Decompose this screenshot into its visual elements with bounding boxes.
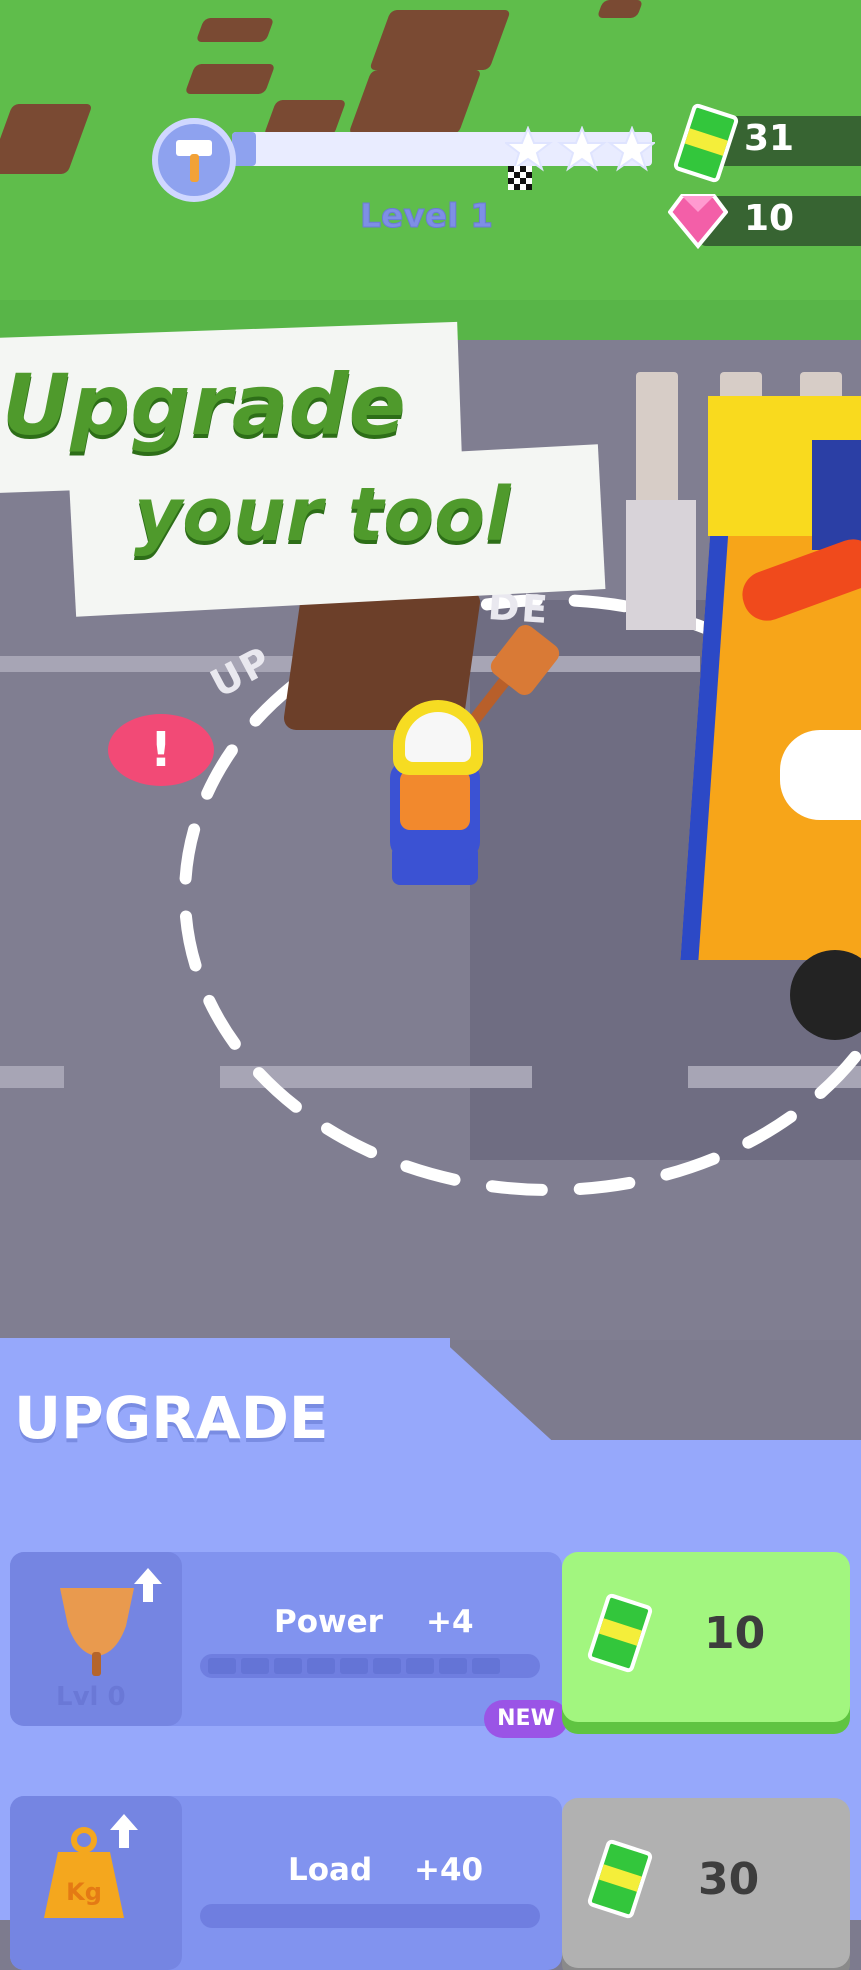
upgrade-progress-bar <box>200 1654 540 1678</box>
truck-logo <box>780 730 861 820</box>
gem-amount: 10 <box>744 198 795 239</box>
upgrade-price: 30 <box>698 1854 760 1905</box>
upgrade-stat-label: Load <box>288 1852 373 1888</box>
wood-plank <box>348 70 482 134</box>
fence-base <box>626 500 696 630</box>
upgrade-progress-bar <box>200 1904 540 1928</box>
wood-plank <box>369 10 511 70</box>
upgrade-level: Lvl 0 <box>56 1682 126 1712</box>
cash-icon <box>586 1838 654 1920</box>
wood-plank <box>184 64 276 94</box>
new-badge: NEW <box>484 1700 568 1738</box>
lane-line <box>0 1066 64 1088</box>
worker-vest <box>400 770 470 830</box>
upgrade-price: 10 <box>704 1608 766 1659</box>
gem-icon <box>668 194 728 250</box>
cash-icon <box>586 1592 654 1674</box>
arrow-up-icon <box>134 1568 162 1602</box>
star-icon <box>607 126 655 172</box>
wood-plank <box>263 100 347 136</box>
banner-line-1: Upgrade <box>2 356 406 454</box>
buy-power-button[interactable]: 10 <box>562 1552 850 1722</box>
finish-flag-icon <box>508 166 532 190</box>
panel-tab-slope <box>440 1338 560 1448</box>
star-icon <box>557 126 607 172</box>
hammer-icon <box>176 140 212 182</box>
upgrade-stat-bonus: +4 <box>426 1604 474 1640</box>
wood-plank <box>596 0 644 18</box>
banner-line-2: your tool <box>134 472 511 558</box>
wood-plank <box>195 18 275 42</box>
alert-icon[interactable]: ! <box>108 714 214 786</box>
tool-badge <box>152 118 236 202</box>
upgrade-stat-label: Power <box>274 1604 383 1640</box>
level-label: Level 1 <box>359 196 494 236</box>
star-icon <box>505 126 553 172</box>
cash-amount: 31 <box>744 118 795 159</box>
weight-icon-label: Kg <box>66 1878 102 1906</box>
panel-title: UPGRADE <box>14 1384 329 1452</box>
arrow-up-icon <box>110 1814 138 1848</box>
shovel-icon <box>60 1588 134 1676</box>
buy-load-button[interactable]: 30 <box>562 1798 850 1968</box>
upgrade-stat-bonus: +40 <box>414 1852 484 1888</box>
truck-window <box>812 440 861 550</box>
